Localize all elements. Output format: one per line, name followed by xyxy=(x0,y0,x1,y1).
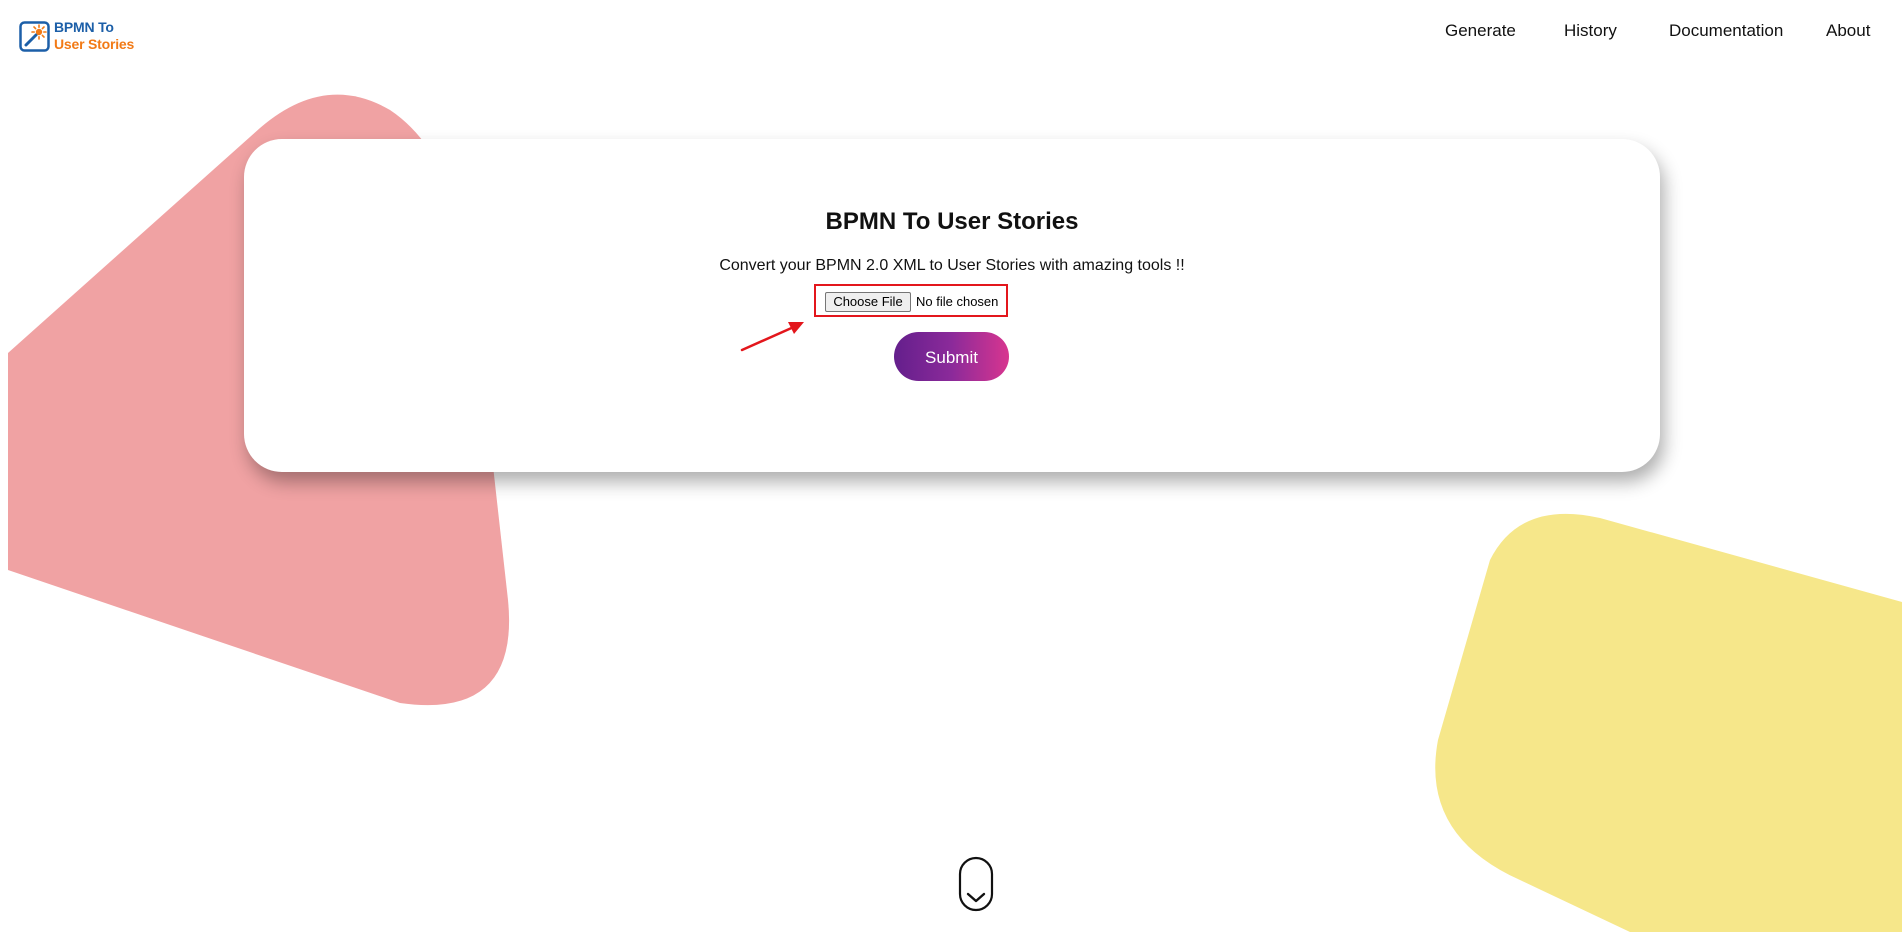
brand-logo[interactable]: BPMN To User Stories xyxy=(19,17,134,55)
nav-documentation[interactable]: Documentation xyxy=(1669,20,1783,42)
yellow-background-shape xyxy=(1435,513,1902,932)
nav-about[interactable]: About xyxy=(1826,20,1870,42)
chevron-down-icon[interactable] xyxy=(958,856,994,912)
magic-wand-icon xyxy=(19,21,50,52)
file-status-text: No file chosen xyxy=(916,294,999,309)
nav-history[interactable]: History xyxy=(1564,20,1617,42)
nav-generate[interactable]: Generate xyxy=(1445,20,1516,42)
page-title: BPMN To User Stories xyxy=(825,208,1079,235)
converter-card: BPMN To User Stories Convert your BPMN 2… xyxy=(244,139,1660,472)
brand-name: BPMN To User Stories xyxy=(54,19,134,53)
choose-file-button[interactable]: Choose File xyxy=(825,292,911,312)
brand-name-line2: User Stories xyxy=(54,36,135,52)
site-header: BPMN To User Stories Generate History Do… xyxy=(0,0,1902,70)
brand-name-line1: BPMN To xyxy=(54,19,114,35)
page-subtitle: Convert your BPMN 2.0 XML to User Storie… xyxy=(719,257,1185,274)
file-upload-input[interactable]: Choose File No file chosen xyxy=(814,284,1008,317)
arrow-icon xyxy=(740,322,804,352)
submit-button[interactable]: Submit xyxy=(894,332,1009,381)
